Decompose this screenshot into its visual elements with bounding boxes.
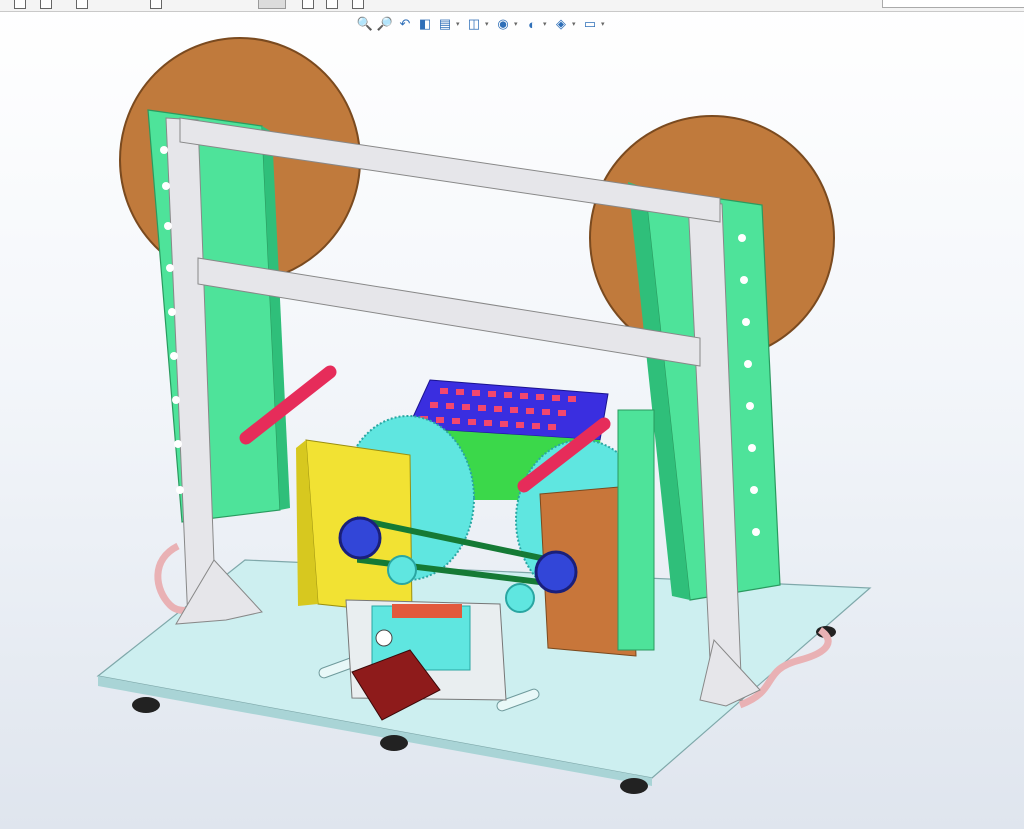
chevron-down-icon[interactable]: ▾ (485, 20, 492, 28)
scissors-icon[interactable] (258, 0, 286, 9)
foot (620, 778, 648, 794)
view-settings-icon[interactable]: ▭ (581, 15, 599, 33)
document-icon[interactable] (326, 0, 338, 9)
foot (380, 735, 408, 751)
view-orientation-icon[interactable]: ◫ (465, 15, 483, 33)
left-side-plate (147, 109, 281, 523)
orange-block-panel (617, 409, 655, 651)
chevron-down-icon[interactable]: ▾ (572, 20, 579, 28)
chevron-down-icon[interactable]: ▾ (514, 20, 521, 28)
top-toolbar (0, 0, 1024, 12)
pulley (338, 516, 382, 560)
zoom-to-fit-icon[interactable]: 🔍 (356, 15, 374, 33)
display-style-icon[interactable]: ◉ (494, 15, 512, 33)
gear-icon[interactable] (352, 0, 364, 9)
section-view-icon[interactable]: ◧ (416, 15, 434, 33)
pulley (387, 555, 417, 585)
chevron-down-icon[interactable]: ▾ (456, 20, 463, 28)
page-icon[interactable] (40, 0, 52, 9)
chevron-down-icon[interactable]: ▾ (601, 20, 608, 28)
cad-model (96, 37, 872, 794)
pulley (505, 583, 535, 613)
heads-up-view-toolbar: 🔍 🔎 ↶ ◧ ▤ ▾ ◫ ▾ ◉ ▾ ◐ ▾ ◈ ▾ ▭ ▾ (356, 13, 608, 35)
gear-cap (392, 604, 462, 618)
motor-shaft (375, 629, 393, 647)
chevron-down-icon[interactable]: ▾ (543, 20, 550, 28)
pulley (534, 550, 578, 594)
graphics-area[interactable] (0, 36, 1024, 829)
grid-icon[interactable] (14, 0, 26, 9)
previous-view-icon[interactable]: ↶ (396, 15, 414, 33)
zoom-to-area-icon[interactable]: 🔎 (376, 15, 394, 33)
foot (132, 697, 160, 713)
hide-show-items-icon[interactable]: ◐ (523, 15, 541, 33)
edit-appearance-icon[interactable]: ◈ (552, 15, 570, 33)
dynamic-annotation-icon[interactable]: ▤ (436, 15, 454, 33)
monitor-icon[interactable] (150, 0, 162, 9)
search-input[interactable] (882, 0, 1024, 8)
star-icon[interactable] (302, 0, 314, 9)
copy-icon[interactable] (76, 0, 88, 9)
